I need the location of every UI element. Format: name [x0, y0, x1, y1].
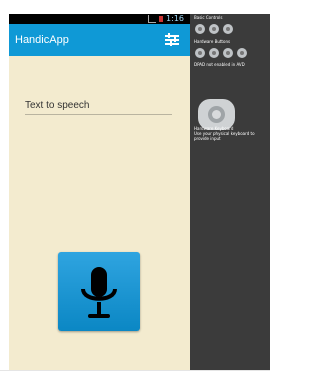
- status-time: 1:16: [166, 14, 184, 23]
- battery-icon: [159, 16, 164, 22]
- volume-down-button[interactable]: [195, 24, 205, 34]
- home-button[interactable]: [195, 48, 205, 58]
- back-button[interactable]: [223, 48, 233, 58]
- app-title: HandicApp: [15, 34, 69, 46]
- volume-up-button[interactable]: [209, 24, 219, 34]
- phone-screen: 1:16 HandicApp Text to speech: [9, 14, 190, 370]
- microphone-button[interactable]: [58, 252, 140, 331]
- text-to-speech-field[interactable]: Text to speech: [25, 100, 172, 115]
- status-bar: 1:16: [9, 14, 190, 24]
- microphone-icon: [81, 267, 117, 318]
- basic-controls-label: Basic Controls: [194, 15, 223, 20]
- dpad-label: DPAD not enabled in AVD: [194, 62, 245, 67]
- screenshot-frame: 1:16 HandicApp Text to speech Basic Cont…: [0, 0, 270, 383]
- search-button[interactable]: [237, 48, 247, 58]
- app-bar: HandicApp: [9, 24, 190, 56]
- settings-sliders-icon[interactable]: [165, 33, 179, 47]
- hardware-keyboard-note: Use your physical keyboard to provide in…: [194, 131, 255, 141]
- power-button[interactable]: [223, 24, 233, 34]
- signal-icon: [148, 15, 157, 23]
- emulator-controls-panel: Basic Controls Hardware Buttons DPAD not…: [190, 14, 270, 370]
- dpad-note: not enabled in AVD: [206, 62, 245, 67]
- menu-button[interactable]: [209, 48, 219, 58]
- status-icons: 1:16: [148, 14, 184, 24]
- hardware-buttons-label: Hardware Buttons: [194, 39, 231, 44]
- bottom-divider: [0, 370, 270, 371]
- dpad-title: DPAD: [194, 62, 206, 67]
